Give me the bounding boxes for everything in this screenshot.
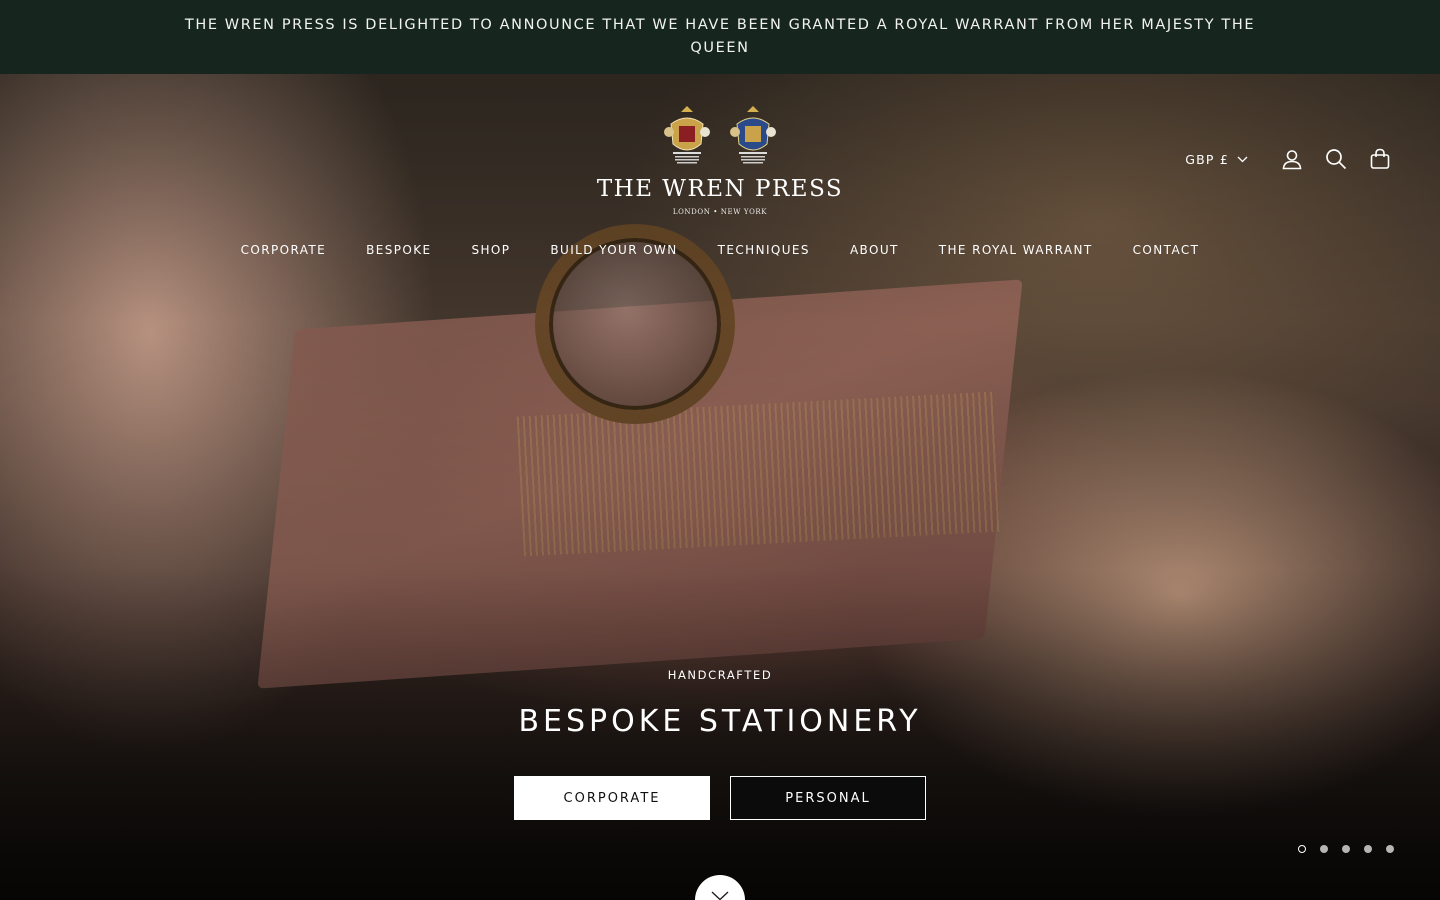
royal-crest-icon	[730, 106, 776, 164]
account-icon	[1282, 150, 1302, 170]
chevron-down-icon	[1237, 156, 1248, 162]
slide-dot-4[interactable]	[1364, 845, 1372, 853]
announcement-bar: THE WREN PRESS IS DELIGHTED TO ANNOUNCE …	[0, 0, 1440, 74]
royal-crest-icon	[664, 106, 710, 164]
slide-dot-2[interactable]	[1320, 845, 1328, 853]
nav-item-build-your-own[interactable]: BUILD YOUR OWN	[530, 243, 697, 257]
nav-item-techniques[interactable]: TECHNIQUES	[698, 243, 830, 257]
slide-dot-1[interactable]	[1298, 845, 1306, 853]
corporate-button[interactable]: CORPORATE	[514, 776, 710, 820]
site-logo[interactable]: THE WREN PRESS LONDON • NEW YORK	[590, 104, 850, 220]
nav-item-contact[interactable]: CONTACT	[1113, 243, 1220, 257]
hero-buttons: CORPORATE PERSONAL	[514, 776, 926, 820]
search-button[interactable]	[1324, 147, 1348, 171]
logo-title: THE WREN PRESS	[596, 176, 844, 202]
nav-item-royal-warrant[interactable]: THE ROYAL WARRANT	[919, 243, 1113, 257]
nav-item-corporate[interactable]: CORPORATE	[221, 243, 347, 257]
slide-dot-3[interactable]	[1342, 845, 1350, 853]
personal-button[interactable]: PERSONAL	[730, 776, 926, 820]
currency-label: GBP £	[1185, 151, 1229, 167]
slide-dot-5[interactable]	[1386, 845, 1394, 853]
bag-icon	[1370, 148, 1390, 169]
header-tools: GBP £	[1185, 146, 1392, 172]
search-icon	[1326, 149, 1347, 170]
slideshow-dots	[1298, 845, 1394, 853]
nav-item-shop[interactable]: SHOP	[451, 243, 530, 257]
hero-title: BESPOKE STATIONERY	[518, 704, 922, 739]
cart-button[interactable]	[1368, 147, 1392, 171]
currency-selector[interactable]: GBP £	[1185, 152, 1248, 167]
main-navigation: CORPORATE BESPOKE SHOP BUILD YOUR OWN TE…	[0, 243, 1440, 257]
account-button[interactable]	[1280, 147, 1304, 171]
royal-crests	[590, 104, 850, 166]
chevron-down-icon	[711, 891, 729, 900]
logo-subtitle: LONDON • NEW YORK	[672, 208, 768, 216]
announcement-text: THE WREN PRESS IS DELIGHTED TO ANNOUNCE …	[184, 17, 1256, 56]
nav-item-bespoke[interactable]: BESPOKE	[346, 243, 451, 257]
nav-item-about[interactable]: ABOUT	[830, 243, 919, 257]
hero-kicker: HANDCRAFTED	[667, 668, 773, 682]
